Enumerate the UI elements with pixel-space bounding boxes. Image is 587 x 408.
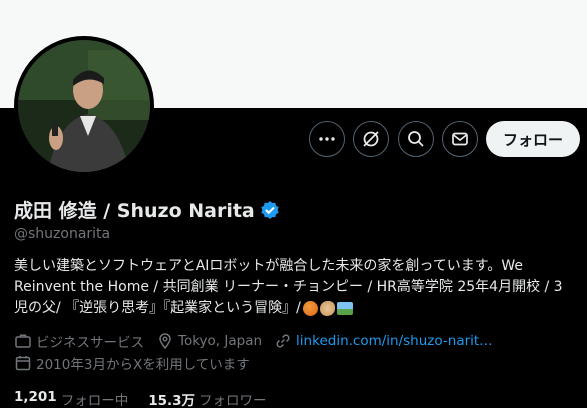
website-item[interactable]: linkedin.com/in/shuzo-narit…: [274, 332, 493, 350]
following-label: フォロー中: [60, 393, 129, 408]
bio-line-3: 児の父/ 『逆張り思考』『起業家という冒険』/: [14, 298, 576, 319]
search-icon: [408, 131, 424, 147]
link-icon: [276, 334, 290, 348]
joined-label: 2010年3月からXを利用しています: [36, 357, 250, 373]
briefcase-icon: [15, 334, 31, 348]
framed-picture-icon: [336, 302, 353, 315]
grok-button[interactable]: [353, 121, 389, 157]
handle: @shuzonarita: [14, 226, 111, 242]
bio-line: 美しい建築とソフトウェアとAIロボットが融合した未来の家を創っています。We: [14, 258, 523, 274]
location-item: Tokyo, Japan: [156, 332, 262, 350]
verified-badge-icon[interactable]: [260, 200, 280, 220]
basketball-icon: [302, 301, 318, 316]
following-count: 1,201: [14, 389, 57, 405]
followers-stat[interactable]: 15.3万 フォロワー: [148, 389, 266, 408]
calendar-icon: [15, 356, 31, 371]
more-icon: [319, 137, 335, 141]
follow-button[interactable]: フォロー: [486, 121, 580, 157]
name-row: 成田 修造 / Shuzo Narita: [14, 196, 280, 223]
palette-icon: [319, 301, 335, 316]
grok-icon: [363, 131, 379, 147]
avatar-photo: [18, 40, 150, 172]
bio-line-text: 児の父/ 『逆張り思考』『起業家という冒険』/: [14, 300, 301, 316]
message-icon: [452, 132, 468, 146]
category-label: ビジネスサービス: [36, 335, 144, 351]
more-button[interactable]: [309, 121, 345, 157]
joined-item: 2010年3月からXを利用しています: [14, 353, 250, 373]
location-pin-icon: [159, 333, 171, 350]
category-item: ビジネスサービス: [14, 331, 144, 351]
message-button[interactable]: [442, 121, 478, 157]
stats-row: 1,201 フォロー中 15.3万 フォロワー: [14, 389, 287, 408]
avatar[interactable]: [14, 36, 154, 176]
website-link[interactable]: linkedin.com/in/shuzo-narit…: [296, 333, 493, 349]
followers-count: 15.3万: [148, 393, 196, 408]
following-stat[interactable]: 1,201 フォロー中: [14, 389, 128, 408]
search-button[interactable]: [398, 121, 434, 157]
bio-line: Reinvent the Home / 共同創業 リーナー・チョンピー / HR…: [14, 279, 563, 295]
followers-label: フォロワー: [199, 393, 267, 408]
bio: 美しい建築とソフトウェアとAIロボットが融合した未来の家を創っています。We R…: [14, 256, 576, 319]
display-name: 成田 修造 / Shuzo Narita: [14, 200, 255, 222]
location-label: Tokyo, Japan: [178, 333, 263, 349]
joined-row: 2010年3月からXを利用しています: [14, 353, 262, 373]
profile-meta-row: ビジネスサービス Tokyo, Japan linkedin.com/in/sh…: [14, 331, 505, 351]
